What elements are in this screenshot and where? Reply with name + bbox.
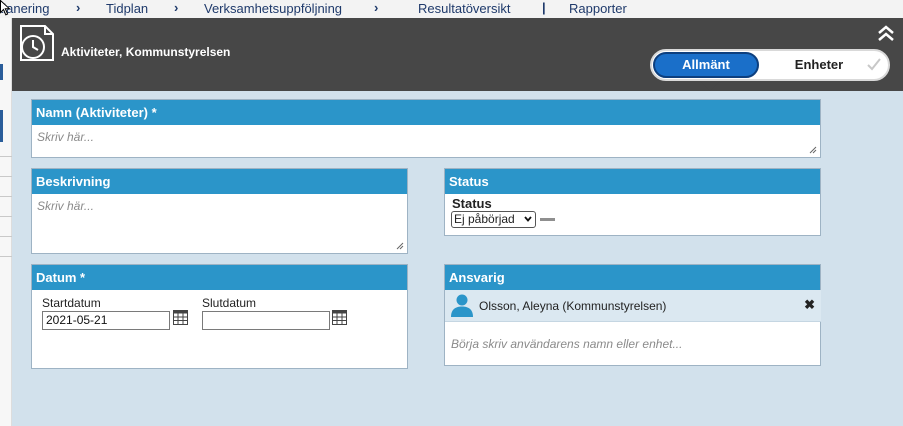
mouse-cursor-icon — [0, 0, 10, 16]
chevron-right-icon: › — [76, 0, 81, 15]
end-date-input[interactable] — [202, 311, 330, 330]
divider — [0, 156, 12, 157]
name-panel-heading: Namn (Aktiviteter) * — [32, 100, 820, 125]
end-date-label: Slutdatum — [202, 296, 257, 310]
chevron-right-icon: › — [174, 0, 179, 15]
status-label: Status — [452, 196, 492, 211]
clock-document-icon — [20, 25, 54, 61]
divider — [0, 256, 12, 257]
tab-allmant[interactable]: Allmänt — [653, 52, 759, 78]
start-date-input[interactable]: 2021-05-21 — [42, 311, 170, 330]
divider-icon: | — [542, 0, 546, 15]
status-panel: Status Status Ej påbörjad — [444, 168, 821, 236]
divider — [0, 236, 12, 237]
modal-header: Aktiviteter, Kommunstyrelsen Allmänt Enh… — [12, 18, 903, 91]
nav-item-resultatoversikt[interactable]: Resultatöversikt — [418, 1, 510, 16]
name-panel: Namn (Aktiviteter) * Skriv här... — [31, 99, 821, 158]
calendar-icon[interactable] — [173, 310, 188, 325]
responsible-panel-heading: Ansvarig — [445, 265, 820, 290]
responsible-person-name: Olsson, Aleyna (Kommunstyrelsen) — [479, 299, 667, 313]
background-sidebar — [0, 18, 12, 426]
status-indicator — [540, 218, 555, 221]
divider — [0, 216, 12, 217]
nav-item-rapporter[interactable]: Rapporter — [569, 1, 627, 16]
description-input[interactable]: Skriv här... — [37, 199, 397, 247]
nav-item-verksamhetsuppfoljning[interactable]: Verksamhetsuppföljning — [204, 1, 342, 16]
tab-enheter[interactable]: Enheter — [764, 52, 874, 78]
background-breadcrumb-nav: alanering › Tidplan › Verksamhetsuppfölj… — [0, 0, 903, 18]
start-date-label: Startdatum — [42, 296, 101, 310]
nav-item-tidplan[interactable]: Tidplan — [106, 1, 148, 16]
status-select[interactable]: Ej påbörjad — [451, 211, 536, 228]
check-icon — [867, 58, 881, 71]
name-input[interactable]: Skriv här... — [37, 130, 809, 152]
status-selected-value: Ej påbörjad — [454, 212, 515, 226]
resize-grip-icon[interactable] — [396, 242, 404, 250]
responsible-panel: Ansvarig Olsson, Aleyna (Kommunstyrelsen… — [444, 264, 821, 366]
activity-modal: Aktiviteter, Kommunstyrelsen Allmänt Enh… — [12, 18, 903, 426]
description-panel-heading: Beskrivning — [32, 169, 407, 194]
modal-title: Aktiviteter, Kommunstyrelsen — [61, 45, 231, 59]
remove-person-icon[interactable]: ✖ — [804, 297, 815, 313]
date-panel-heading: Datum * — [32, 265, 407, 290]
calendar-icon[interactable] — [332, 310, 347, 325]
responsible-person-row: Olsson, Aleyna (Kommunstyrelsen) ✖ — [445, 290, 821, 322]
date-panel: Datum * Startdatum 2021-05-21 Slutdatum — [31, 264, 408, 369]
chevron-right-icon: › — [374, 0, 379, 15]
tab-pointer — [700, 81, 720, 91]
sidebar-marker — [0, 110, 3, 142]
divider — [0, 176, 12, 177]
collapse-up-icon[interactable] — [877, 24, 895, 42]
tab-toggle: Allmänt Enheter — [650, 49, 890, 81]
status-panel-heading: Status — [445, 169, 820, 194]
user-avatar-icon — [451, 294, 473, 317]
description-placeholder: Skriv här... — [37, 199, 94, 213]
description-panel: Beskrivning Skriv här... — [31, 168, 408, 254]
sidebar-marker — [0, 64, 3, 80]
resize-grip-icon[interactable] — [809, 146, 817, 154]
responsible-search-input[interactable]: Börja skriv användarens namn eller enhet… — [451, 337, 682, 351]
chevron-down-icon — [524, 216, 532, 222]
name-placeholder: Skriv här... — [37, 130, 94, 144]
divider — [0, 196, 12, 197]
